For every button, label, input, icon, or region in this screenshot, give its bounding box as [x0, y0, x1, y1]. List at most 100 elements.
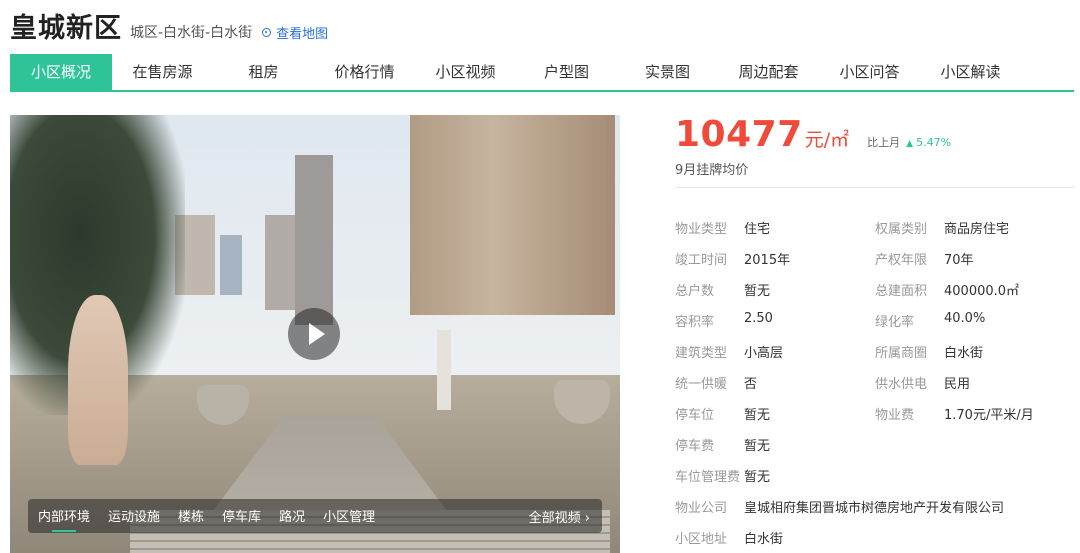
info-cell: 绿化率 40.0% [875, 311, 1075, 330]
info-cell: 容积率 2.50 [675, 311, 875, 330]
info-cell: 供水供电 民用 [875, 373, 1075, 392]
info-value: 小高层 [744, 346, 784, 361]
community-info-table: 物业类型 住宅 权属类别 商品房住宅 竣工时间 2015年 产权年限 70年 总户数 暂无 总建面积… [675, 212, 1075, 553]
average-price: 10477 [675, 114, 803, 155]
info-cell: 权属类别 商品房住宅 [875, 218, 1075, 237]
info-cell: 总建面积 400000.0㎡ [875, 280, 1075, 299]
info-value: 暂无 [744, 284, 771, 299]
info-row: 总户数 暂无 总建面积 400000.0㎡ [675, 274, 1075, 305]
info-label: 总户数 [675, 284, 715, 299]
info-cell: 小区地址 白水街 [675, 528, 1075, 547]
info-value: 400000.0㎡ [944, 284, 1020, 299]
info-label: 建筑类型 [675, 346, 728, 361]
photo-tab[interactable]: 内部环境 [38, 506, 90, 532]
info-cell: 统一供暖 否 [675, 373, 875, 392]
info-cell: 物业公司 皇城相府集团晋城市树德房地产开发有限公司 [675, 497, 1075, 516]
price-block: 10477 元/㎡ 比上月 ▲ 5.47% 9月挂牌均价 [675, 114, 951, 178]
location-pin-icon [262, 28, 272, 37]
info-label: 车位管理费 [675, 470, 741, 485]
price-description: 9月挂牌均价 [675, 163, 749, 178]
tab-8[interactable]: 小区问答 [819, 54, 920, 90]
info-value: 皇城相府集团晋城市树德房地产开发有限公司 [744, 501, 1005, 516]
info-label: 物业公司 [675, 501, 728, 516]
info-row: 竣工时间 2015年 产权年限 70年 [675, 243, 1075, 274]
all-videos-link[interactable]: 全部视频 › [529, 507, 590, 526]
tab-6[interactable]: 实景图 [617, 54, 718, 90]
info-label: 竣工时间 [675, 253, 728, 268]
tab-4[interactable]: 小区视频 [415, 54, 516, 90]
info-value: 暂无 [744, 439, 771, 454]
view-map-link[interactable]: 查看地图 [262, 23, 328, 42]
info-cell: 车位管理费 暂无 [675, 466, 1075, 485]
info-cell: 物业类型 住宅 [675, 218, 875, 237]
info-value: 2.50 [744, 311, 773, 326]
info-cell: 建筑类型 小高层 [675, 342, 875, 361]
trend-up-icon: ▲ [906, 139, 914, 149]
info-row: 容积率 2.50 绿化率 40.0% [675, 305, 1075, 336]
tab-0[interactable]: 小区概况 [10, 54, 112, 90]
tab-7[interactable]: 周边配套 [718, 54, 819, 90]
info-row: 停车费 暂无 [675, 429, 1075, 460]
info-value: 暂无 [744, 470, 771, 485]
info-row: 车位管理费 暂无 [675, 460, 1075, 491]
info-value: 白水街 [944, 346, 984, 361]
page-header: 皇城新区 城区-白水街-白水街 查看地图 [10, 6, 328, 44]
info-value: 住宅 [744, 222, 771, 237]
info-row: 停车位 暂无 物业费 1.70元/平米/月 [675, 398, 1075, 429]
tab-1[interactable]: 在售房源 [112, 54, 213, 90]
community-title: 皇城新区 [10, 13, 122, 44]
divider [675, 187, 1075, 188]
info-value: 40.0% [944, 311, 986, 326]
tab-2[interactable]: 租房 [213, 54, 314, 90]
info-label: 物业类型 [675, 222, 728, 237]
location-breadcrumb: 城区-白水街-白水街 [130, 25, 253, 41]
info-value: 否 [744, 377, 758, 392]
play-video-button[interactable] [288, 308, 340, 360]
info-label: 绿化率 [875, 315, 915, 330]
info-label: 停车位 [675, 408, 715, 423]
tab-3[interactable]: 价格行情 [314, 54, 415, 90]
info-row: 小区地址 白水街 [675, 522, 1075, 553]
photo-tab[interactable]: 停车库 [222, 506, 261, 527]
info-value: 民用 [944, 377, 971, 392]
info-cell: 所属商圈 白水街 [875, 342, 1075, 361]
photo-category-bar: 内部环境 运动设施 楼栋 停车库 路况 小区管理 全部视频 › [28, 499, 602, 533]
info-row: 建筑类型 小高层 所属商圈 白水街 [675, 336, 1075, 367]
info-value: 暂无 [744, 408, 771, 423]
info-value: 1.70元/平米/月 [944, 408, 1034, 423]
info-cell: 产权年限 70年 [875, 249, 1075, 268]
info-label: 产权年限 [875, 253, 928, 268]
photo-building [295, 155, 333, 325]
info-cell: 物业费 1.70元/平米/月 [875, 404, 1075, 423]
info-row: 物业类型 住宅 权属类别 商品房住宅 [675, 212, 1075, 243]
info-label: 停车费 [675, 439, 715, 454]
info-value: 70年 [944, 253, 974, 268]
photo-pillar [437, 330, 451, 410]
photo-tab[interactable]: 楼栋 [178, 506, 204, 527]
info-value: 2015年 [744, 253, 791, 268]
info-row: 物业公司 皇城相府集团晋城市树德房地产开发有限公司 [675, 491, 1075, 522]
month-compare-label: 比上月 [867, 136, 901, 149]
photo-tab[interactable]: 小区管理 [323, 506, 375, 527]
info-cell: 停车位 暂无 [675, 404, 875, 423]
price-unit: 元/㎡ [804, 129, 850, 151]
photo-tab[interactable]: 路况 [279, 506, 305, 527]
info-label: 物业费 [875, 408, 915, 423]
tab-9[interactable]: 小区解读 [920, 54, 1021, 90]
photo-statue [68, 295, 128, 465]
info-label: 供水供电 [875, 377, 928, 392]
photo-building [220, 235, 242, 295]
info-label: 所属商圈 [875, 346, 928, 361]
info-value: 白水街 [744, 532, 784, 547]
info-row: 统一供暖 否 供水供电 民用 [675, 367, 1075, 398]
tab-5[interactable]: 户型图 [516, 54, 617, 90]
info-label: 容积率 [675, 315, 715, 330]
photo-tab[interactable]: 运动设施 [108, 506, 160, 527]
info-cell: 停车费 暂无 [675, 435, 1075, 454]
info-label: 统一供暖 [675, 377, 728, 392]
view-map-label: 查看地图 [276, 27, 329, 42]
info-cell: 总户数 暂无 [675, 280, 875, 299]
photo-building [410, 115, 615, 315]
info-label: 小区地址 [675, 532, 728, 547]
photo-building [265, 215, 295, 310]
